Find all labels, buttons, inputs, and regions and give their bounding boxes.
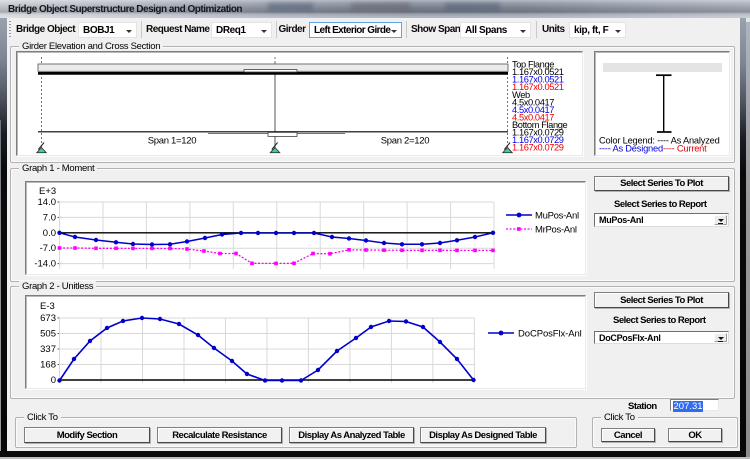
svg-text:DoCPosFlx-Anl: DoCPosFlx-Anl [518,329,582,340]
svg-text:Span 1=120: Span 1=120 [148,136,197,147]
svg-text:---- As Designed---- Current: ---- As Designed---- Current [599,144,707,154]
svg-text:1.167x0.0729: 1.167x0.0729 [512,143,564,153]
svg-text:Span 2=120: Span 2=120 [381,136,430,147]
svg-text:337: 337 [40,344,56,355]
svg-text:MuPos-Anl: MuPos-Anl [535,211,579,222]
svg-text:E-3: E-3 [40,301,55,312]
svg-text:7.0: 7.0 [43,212,56,223]
svg-text:E+3: E+3 [39,186,56,197]
svg-text:673: 673 [40,313,56,324]
svg-text:505: 505 [40,329,56,340]
svg-text:-14.0: -14.0 [34,259,56,270]
svg-text:-7.0: -7.0 [40,243,56,254]
svg-text:0.0: 0.0 [43,228,56,239]
svg-text:168: 168 [40,360,56,371]
svg-text:0: 0 [51,375,56,386]
svg-text:14.0: 14.0 [38,197,57,208]
svg-text:MrPos-Anl: MrPos-Anl [535,225,577,236]
